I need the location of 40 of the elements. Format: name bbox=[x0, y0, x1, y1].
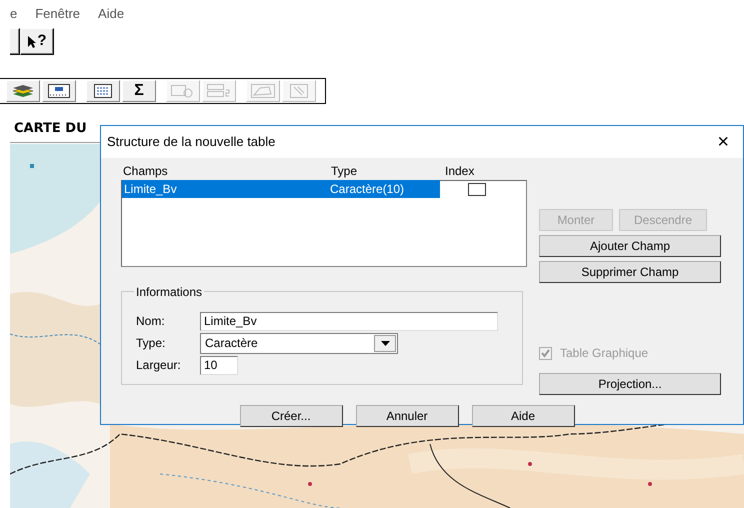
layers-icon bbox=[12, 84, 34, 98]
polygon-icon bbox=[251, 84, 275, 98]
dropdown-value: Caractère bbox=[205, 335, 258, 352]
grid-icon bbox=[48, 84, 70, 98]
checkbox-label: Table Graphique bbox=[560, 345, 648, 362]
toolbar-button[interactable] bbox=[10, 28, 20, 55]
field-label: Nom: bbox=[136, 313, 166, 330]
table-cell: Limite_Bv bbox=[122, 180, 328, 198]
sigma-button[interactable]: Σ bbox=[122, 80, 156, 102]
menu-item[interactable]: Fenêtre bbox=[35, 4, 80, 24]
help-button[interactable]: ? bbox=[20, 28, 54, 55]
field-label: Type: bbox=[136, 335, 166, 352]
chart-icon bbox=[171, 84, 195, 98]
grid-button[interactable] bbox=[42, 80, 76, 102]
table-cell: Caractère(10) bbox=[328, 180, 440, 198]
close-button[interactable]: × bbox=[713, 132, 733, 152]
projection-button[interactable]: Projection... bbox=[539, 373, 721, 395]
type-dropdown[interactable]: Caractère bbox=[200, 332, 398, 354]
dialog-button[interactable]: Aide bbox=[472, 405, 574, 427]
menu-item[interactable]: Aide bbox=[98, 4, 124, 24]
table-icon bbox=[94, 84, 112, 98]
columns-icon bbox=[207, 84, 231, 98]
side-button[interactable]: Supprimer Champ bbox=[539, 261, 721, 283]
index-checkbox[interactable] bbox=[468, 182, 486, 196]
table-button[interactable] bbox=[86, 80, 120, 102]
map-title: CARTE DU bbox=[14, 120, 87, 138]
layers-button[interactable] bbox=[6, 80, 40, 102]
dialog-button[interactable]: Créer... bbox=[240, 405, 342, 427]
pointer-icon bbox=[27, 34, 38, 48]
side-button[interactable]: Ajouter Champ bbox=[539, 235, 721, 257]
column-header: Index bbox=[445, 163, 476, 180]
width-field[interactable]: 10 bbox=[200, 356, 238, 374]
name-field[interactable]: Limite_Bv bbox=[200, 312, 498, 330]
field-label: Largeur: bbox=[136, 357, 182, 374]
page-icon bbox=[290, 84, 308, 98]
column-header: Champs bbox=[123, 163, 169, 180]
dialog-title: Structure de la nouvelle table bbox=[107, 133, 276, 152]
dialog-button[interactable]: Annuler bbox=[356, 405, 458, 427]
column-header: Type bbox=[331, 163, 358, 180]
menu-item[interactable]: e bbox=[10, 4, 18, 24]
